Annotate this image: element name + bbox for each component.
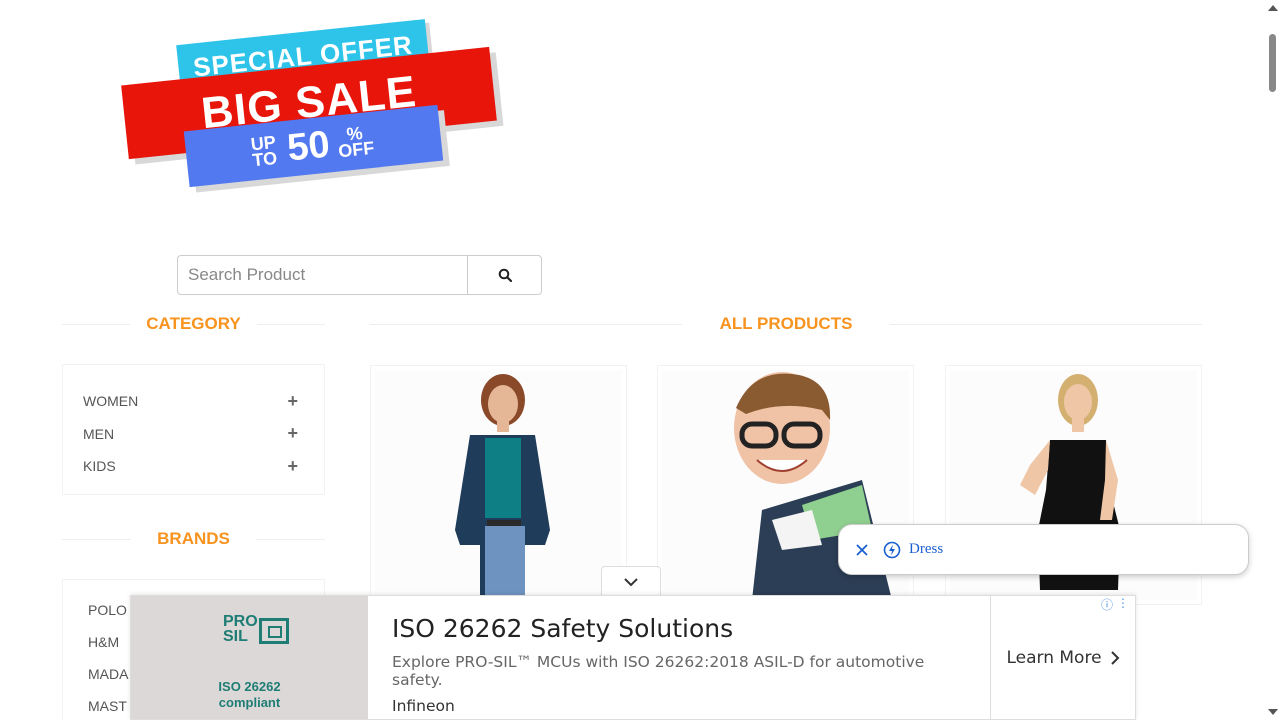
products-heading: ALL PRODUCTS xyxy=(370,314,1203,334)
ad-logo[interactable]: PRO SIL ISO 26262 compliant xyxy=(131,596,368,719)
category-heading: CATEGORY xyxy=(62,314,326,334)
ad-learn-more-button[interactable]: ⓘ ⋮ Learn More xyxy=(990,596,1135,719)
category-item-label: WOMEN xyxy=(83,393,139,410)
chevron-right-icon xyxy=(1110,650,1119,665)
banner-percent: 50 xyxy=(285,122,332,170)
info-icon[interactable]: ⓘ xyxy=(1101,596,1113,613)
ad-cta-label: Learn More xyxy=(1006,647,1102,668)
category-panel: WOMEN + MEN + KIDS + xyxy=(62,364,325,495)
products-title: ALL PRODUCTS xyxy=(719,314,853,333)
scrollbar-thumb[interactable] xyxy=(1269,34,1276,92)
lightning-icon xyxy=(883,541,901,558)
ad-logo-caption: ISO 26262 compliant xyxy=(218,679,281,710)
search-button[interactable] xyxy=(467,255,542,295)
brands-heading: BRANDS xyxy=(62,529,326,549)
ad-choices[interactable]: ⓘ ⋮ xyxy=(1101,596,1129,613)
chevron-down-icon xyxy=(624,577,638,586)
product-card[interactable] xyxy=(370,365,627,605)
page-scrollbar[interactable] xyxy=(1265,0,1280,720)
ad-advertiser: Infineon xyxy=(392,697,455,715)
category-title: CATEGORY xyxy=(146,314,241,333)
search-bar xyxy=(177,255,542,295)
scroll-down-icon[interactable] xyxy=(1268,709,1278,715)
product-image-woman[interactable] xyxy=(375,370,622,600)
ad-headline[interactable]: ISO 26262 Safety Solutions xyxy=(392,614,966,643)
chip-label: Dress xyxy=(909,541,944,557)
brands-title: BRANDS xyxy=(157,529,230,548)
ad-logo-text: PRO SIL xyxy=(223,613,258,645)
chip-suggestion[interactable]: Dress xyxy=(883,541,943,559)
ad-logo-mark xyxy=(259,618,289,644)
category-item-kids[interactable]: KIDS + xyxy=(63,450,324,483)
ad-collapse-button[interactable] xyxy=(601,566,661,596)
plus-icon[interactable]: + xyxy=(287,423,298,444)
search-icon xyxy=(498,268,512,282)
search-input[interactable] xyxy=(177,255,467,295)
category-item-men[interactable]: MEN + xyxy=(63,418,324,451)
more-options-icon[interactable]: ⋮ xyxy=(1117,596,1129,613)
sale-banner: SPECIAL OFFER BIG SALE UP TO 50 % OFF xyxy=(118,14,508,194)
plus-icon[interactable]: + xyxy=(287,391,298,412)
plus-icon[interactable]: + xyxy=(287,456,298,477)
ad-banner[interactable]: PRO SIL ISO 26262 compliant ISO 26262 Sa… xyxy=(130,595,1136,720)
close-icon[interactable] xyxy=(855,543,869,557)
banner-pct-off: % OFF xyxy=(337,122,376,162)
scroll-up-icon[interactable] xyxy=(1268,5,1278,11)
ad-description: Explore PRO-SIL™ MCUs with ISO 26262:201… xyxy=(392,653,925,689)
banner-up-to: UP TO xyxy=(249,132,279,171)
ad-body[interactable]: ISO 26262 Safety Solutions Explore PRO-S… xyxy=(368,596,990,719)
category-item-women[interactable]: WOMEN + xyxy=(63,385,324,418)
search-suggestion-chip[interactable]: Dress xyxy=(838,524,1249,575)
category-item-label: MEN xyxy=(83,425,115,442)
category-item-label: KIDS xyxy=(83,458,116,475)
